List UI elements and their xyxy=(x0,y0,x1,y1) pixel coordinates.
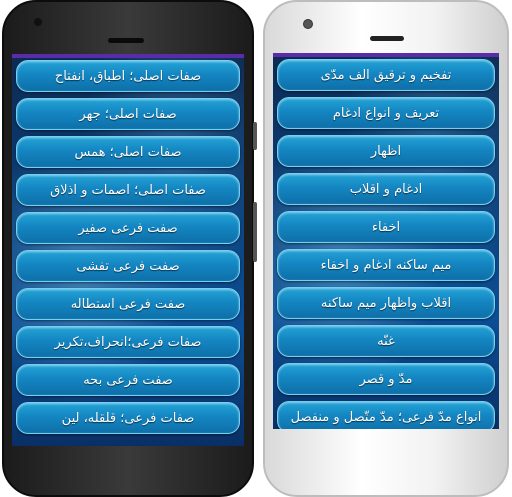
lesson-button[interactable]: اقلاب واظهار میم ساکنه xyxy=(277,287,495,319)
bottom-bezel xyxy=(4,448,252,492)
screen-right: تفخیم و ترقیق الف مدّی تعریف و انواع ادغ… xyxy=(273,53,499,429)
lesson-button[interactable]: غنّه xyxy=(277,325,495,357)
status-bar xyxy=(273,53,499,57)
screen-left: صفات اصلی؛ اطباق، انفتاح صفات اصلی؛ جهر … xyxy=(12,54,244,446)
lesson-button[interactable]: صفات اصلی؛ جهر xyxy=(16,98,240,130)
lesson-button[interactable]: صفات فرعی؛ قلقله، لین xyxy=(16,402,240,434)
front-camera-icon xyxy=(34,18,42,26)
lesson-list-left: صفات اصلی؛ اطباق، انفتاح صفات اصلی؛ جهر … xyxy=(12,60,244,440)
lesson-button[interactable]: صفات فرعی؛انحراف،تکریر xyxy=(16,326,240,358)
lesson-button[interactable]: میم ساکنه ادغام و اخفاء xyxy=(277,249,495,281)
front-camera-icon xyxy=(303,19,313,29)
lesson-button[interactable]: اظهار xyxy=(277,135,495,167)
status-bar xyxy=(12,54,244,58)
lesson-button[interactable]: انواع مدّ فرعی؛ مدّ متّصل و منفصل xyxy=(277,401,495,429)
lesson-button[interactable]: صفات اصلی؛ اطباق، انفتاح xyxy=(16,60,240,92)
lesson-button[interactable]: صفت فرعی استطاله xyxy=(16,288,240,320)
lesson-button[interactable]: صفت فرعی تفشی xyxy=(16,250,240,282)
lesson-button[interactable]: اخفاء xyxy=(277,211,495,243)
power-button xyxy=(253,122,257,150)
lesson-list-right: تفخیم و ترقیق الف مدّی تعریف و انواع ادغ… xyxy=(273,59,499,429)
lesson-button[interactable]: تعریف و انواع ادغام xyxy=(277,97,495,129)
volume-button xyxy=(253,202,257,262)
lesson-button[interactable]: ادغام و اقلاب xyxy=(277,173,495,205)
lesson-button[interactable]: صفات اصلی؛ همس xyxy=(16,136,240,168)
phone-light: تفخیم و ترقیق الف مدّی تعریف و انواع ادغ… xyxy=(263,0,509,497)
lesson-button[interactable]: مدّ و قصر xyxy=(277,363,495,395)
lesson-button[interactable]: صفت فرعی بحه xyxy=(16,364,240,396)
lesson-button[interactable]: صفت فرعی صفیر xyxy=(16,212,240,244)
bottom-bezel xyxy=(265,432,507,492)
phone-dark: صفات اصلی؛ اطباق، انفتاح صفات اصلی؛ جهر … xyxy=(2,0,257,497)
lesson-button[interactable]: صفات اصلی؛ اصمات و اذلاق xyxy=(16,174,240,206)
speaker-grille xyxy=(108,38,144,43)
lesson-button[interactable]: تفخیم و ترقیق الف مدّی xyxy=(277,59,495,91)
speaker-grille xyxy=(370,36,404,41)
